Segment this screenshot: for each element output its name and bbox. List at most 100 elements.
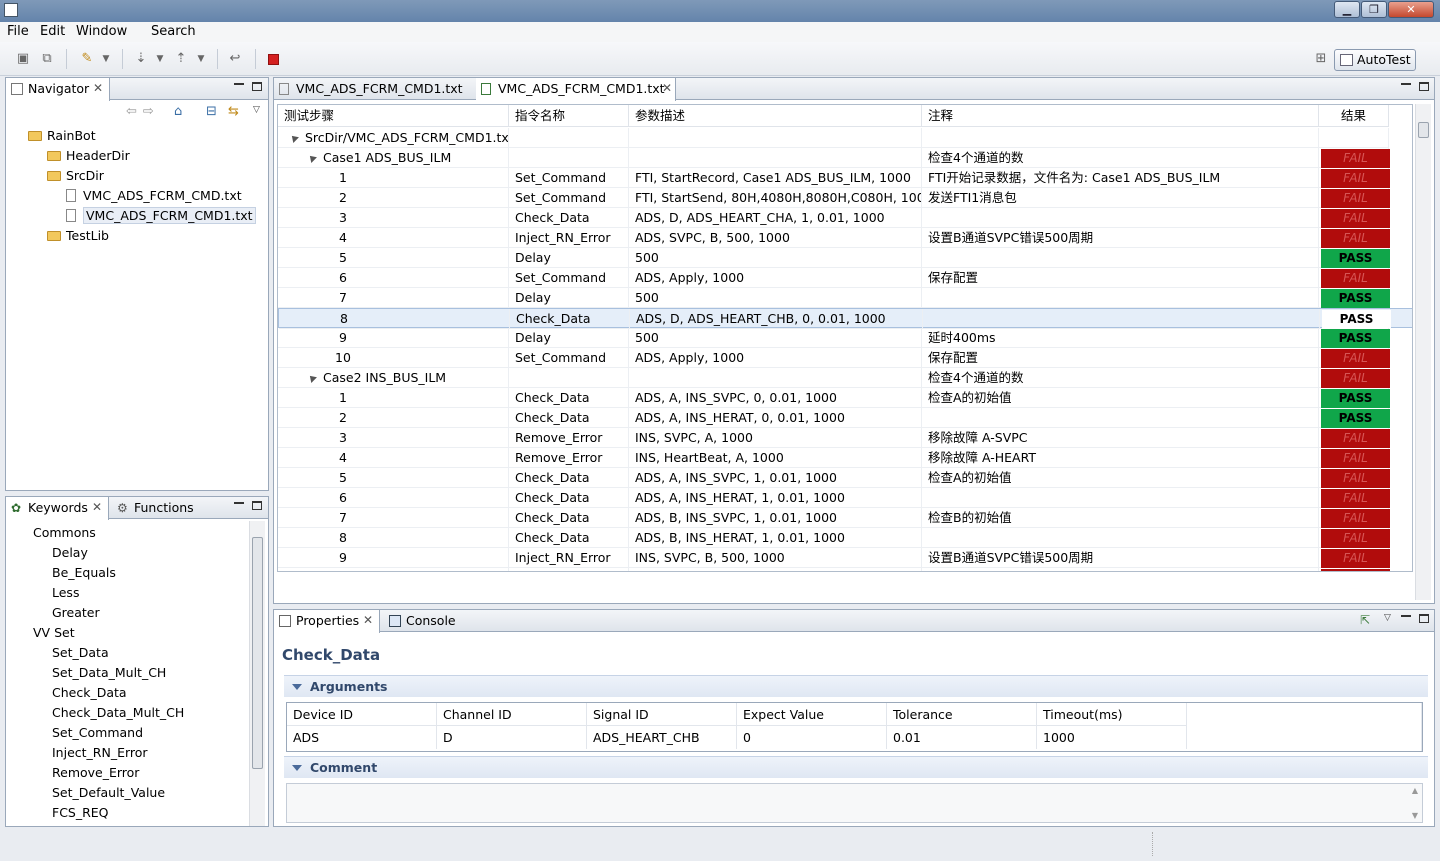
table-row[interactable]: 1 Check_Data ADS, A, INS_SVPC, 0, 0.01, 10…	[278, 388, 1412, 408]
tab-console[interactable]: Console	[384, 610, 464, 632]
back-icon[interactable]: ↩	[226, 50, 244, 68]
minimize-icon[interactable]	[1401, 615, 1411, 617]
keyword-item[interactable]: Set_Default_Value	[52, 783, 165, 803]
table-row[interactable]: 4 Inject_RN_Error ADS, SVPC, B, 500, 1000 设…	[278, 228, 1412, 248]
menu-search[interactable]: Search	[151, 24, 196, 39]
chevron-down-icon[interactable]: ▼	[192, 50, 210, 68]
link-with-editor-icon[interactable]: ⇆	[228, 104, 239, 119]
table-row[interactable]: 5 Delay 500 PASS	[278, 248, 1412, 268]
keyword-item[interactable]: Check_Data_Mult_CH	[52, 703, 184, 723]
maximize-icon[interactable]	[1419, 82, 1429, 91]
table-row[interactable]: 9 Inject_RN_Error INS, SVPC, B, 500, 1000 设…	[278, 548, 1412, 568]
table-row[interactable]: 8 Check_Data ADS, D, ADS_HEART_CHB, 0, 0.0…	[278, 308, 1412, 329]
table-row[interactable]: 3 Check_Data ADS, D, ADS_HEART_CHA, 1, 0.0…	[278, 208, 1412, 228]
keyword-item[interactable]: Remove_Error	[52, 763, 139, 783]
argument-value[interactable]: D	[437, 726, 587, 749]
close-icon[interactable]: ✕	[662, 78, 672, 99]
tree-item[interactable]: RainBot	[28, 126, 96, 146]
table-row[interactable]: 10 Set_Command ADS, Apply, 1000 保存配置 FAIL	[278, 348, 1412, 368]
table-row[interactable]: 10 Inject_RN_ErrorINS, HeartBeat, B, 500,…	[278, 568, 1412, 571]
expand-toggle-icon[interactable]	[307, 153, 317, 163]
column-header[interactable]: 注释	[922, 105, 1319, 127]
keyword-item[interactable]: Check_Data	[52, 683, 127, 703]
close-icon[interactable]: ✕	[92, 497, 102, 518]
minimize-icon[interactable]	[234, 83, 244, 85]
autotest-perspective-button[interactable]: AutoTest	[1334, 49, 1416, 71]
argument-value[interactable]: 1000	[1037, 726, 1187, 749]
keyword-item[interactable]: FCS_REQ	[52, 803, 109, 823]
keyword-item[interactable]: Set_Data	[52, 643, 109, 663]
table-row[interactable]: 7 Delay 500 PASS	[278, 288, 1412, 308]
home-icon[interactable]: ⌂	[174, 104, 182, 119]
keyword-item[interactable]: Set_Data_Mult_CH	[52, 663, 166, 683]
argument-value[interactable]: ADS_HEART_CHB	[587, 726, 737, 749]
menu-file[interactable]: File	[7, 24, 29, 39]
table-row[interactable]: 5 Check_Data ADS, A, INS_SVPC, 1, 0.01, 10…	[278, 468, 1412, 488]
collapse-all-icon[interactable]: ⊟	[206, 104, 217, 119]
keyword-group[interactable]: Commons	[33, 523, 96, 543]
table-row[interactable]: Case2 INS_BUS_ILM 检查4个通道的数 FAIL	[278, 368, 1412, 388]
save-all-icon[interactable]: ⧉	[38, 50, 56, 68]
editor-scrollbar[interactable]	[1415, 104, 1431, 600]
keyword-item[interactable]: Greater	[52, 603, 100, 623]
keyword-item[interactable]: Be_Equals	[52, 563, 116, 583]
argument-value[interactable]: 0.01	[887, 726, 1037, 749]
table-row[interactable]: 2 Set_Command FTI, StartSend, 80H,4080H,80…	[278, 188, 1412, 208]
close-icon[interactable]: ✕	[93, 78, 103, 99]
tab-properties[interactable]: Properties ✕	[274, 610, 380, 633]
column-header[interactable]: 指令名称	[509, 105, 629, 127]
pin-icon[interactable]: ⇱	[1360, 613, 1370, 627]
minimize-icon[interactable]	[1401, 83, 1411, 85]
keyword-item[interactable]: Set_Command	[52, 723, 143, 743]
open-perspective-icon[interactable]: ⊞	[1312, 50, 1330, 68]
view-menu-icon[interactable]: ▽	[253, 105, 260, 115]
maximize-icon[interactable]	[1419, 614, 1429, 623]
column-header[interactable]: 参数描述	[629, 105, 922, 127]
table-row[interactable]: 8 Check_Data ADS, B, INS_HERAT, 1, 0.01, 1…	[278, 528, 1412, 548]
maximize-window-button[interactable]: ❐	[1361, 1, 1387, 18]
tree-item[interactable]: HeaderDir	[47, 146, 130, 166]
tree-item[interactable]: SrcDir	[47, 166, 104, 186]
keywords-scrollbar[interactable]	[249, 521, 265, 826]
prev-annotation-icon[interactable]: ⇡	[172, 50, 190, 68]
keyword-item[interactable]: Less	[52, 583, 79, 603]
table-row[interactable]: SrcDir/VMC_ADS_FCRM_CMD1.txt	[278, 128, 1412, 148]
tab-functions[interactable]: ⚙ Functions	[112, 497, 200, 519]
keyword-group[interactable]: VV Set	[33, 623, 75, 643]
table-row[interactable]: 6 Set_Command ADS, Apply, 1000 保存配置 FAIL	[278, 268, 1412, 288]
stop-icon[interactable]	[268, 54, 279, 65]
argument-value[interactable]: ADS	[287, 726, 437, 749]
table-row[interactable]: 4 Remove_Error INS, HeartBeat, A, 1000 移除故障…	[278, 448, 1412, 468]
expand-toggle-icon[interactable]	[307, 373, 317, 383]
table-row[interactable]: 3 Remove_Error INS, SVPC, A, 1000 移除故障 A-SV…	[278, 428, 1412, 448]
nav-history-icons[interactable]: ⇦⇨	[126, 104, 160, 119]
tab-keywords[interactable]: ✿ Keywords ✕	[6, 497, 109, 520]
column-header[interactable]: 测试步骤	[278, 105, 509, 127]
keyword-item[interactable]: Delay	[52, 543, 88, 563]
tab-navigator[interactable]: Navigator ✕	[6, 78, 110, 101]
table-row[interactable]: 7 Check_Data ADS, B, INS_SVPC, 1, 0.01, 10…	[278, 508, 1412, 528]
argument-value[interactable]: 0	[737, 726, 887, 749]
tree-item[interactable]: VMC_ADS_FCRM_CMD1.txt	[66, 206, 256, 226]
tree-item[interactable]: TestLib	[47, 226, 109, 246]
next-annotation-icon[interactable]: ⇣	[132, 50, 150, 68]
keyword-item[interactable]: Inject_RN_Error	[52, 743, 148, 763]
table-row[interactable]: Case1 ADS_BUS_ILM 检查4个通道的数 FAIL	[278, 148, 1412, 168]
menu-window[interactable]: Window	[76, 24, 127, 39]
tab-editor-1[interactable]: VMC_ADS_FCRM_CMD1.txt	[274, 78, 474, 100]
arguments-section-header[interactable]: Arguments	[284, 675, 1428, 697]
view-menu-icon[interactable]: ▽	[1384, 613, 1391, 623]
close-icon[interactable]: ✕	[363, 610, 373, 631]
minimize-icon[interactable]	[234, 502, 244, 504]
minimize-window-button[interactable]: ▁	[1334, 1, 1360, 18]
close-window-button[interactable]: ✕	[1388, 1, 1434, 18]
chevron-down-icon[interactable]: ▼	[97, 50, 115, 68]
comment-section-header[interactable]: Comment	[284, 756, 1428, 778]
table-row[interactable]: 1 Set_Command FTI, StartRecord, Case1 ADS_…	[278, 168, 1412, 188]
tree-item[interactable]: VMC_ADS_FCRM_CMD.txt	[66, 186, 242, 206]
menu-edit[interactable]: Edit	[40, 24, 65, 39]
maximize-icon[interactable]	[252, 82, 262, 91]
save-icon[interactable]: ▣	[14, 50, 32, 68]
table-row[interactable]: 9 Delay 500 延时400ms PASS	[278, 328, 1412, 348]
expand-toggle-icon[interactable]	[289, 133, 299, 143]
